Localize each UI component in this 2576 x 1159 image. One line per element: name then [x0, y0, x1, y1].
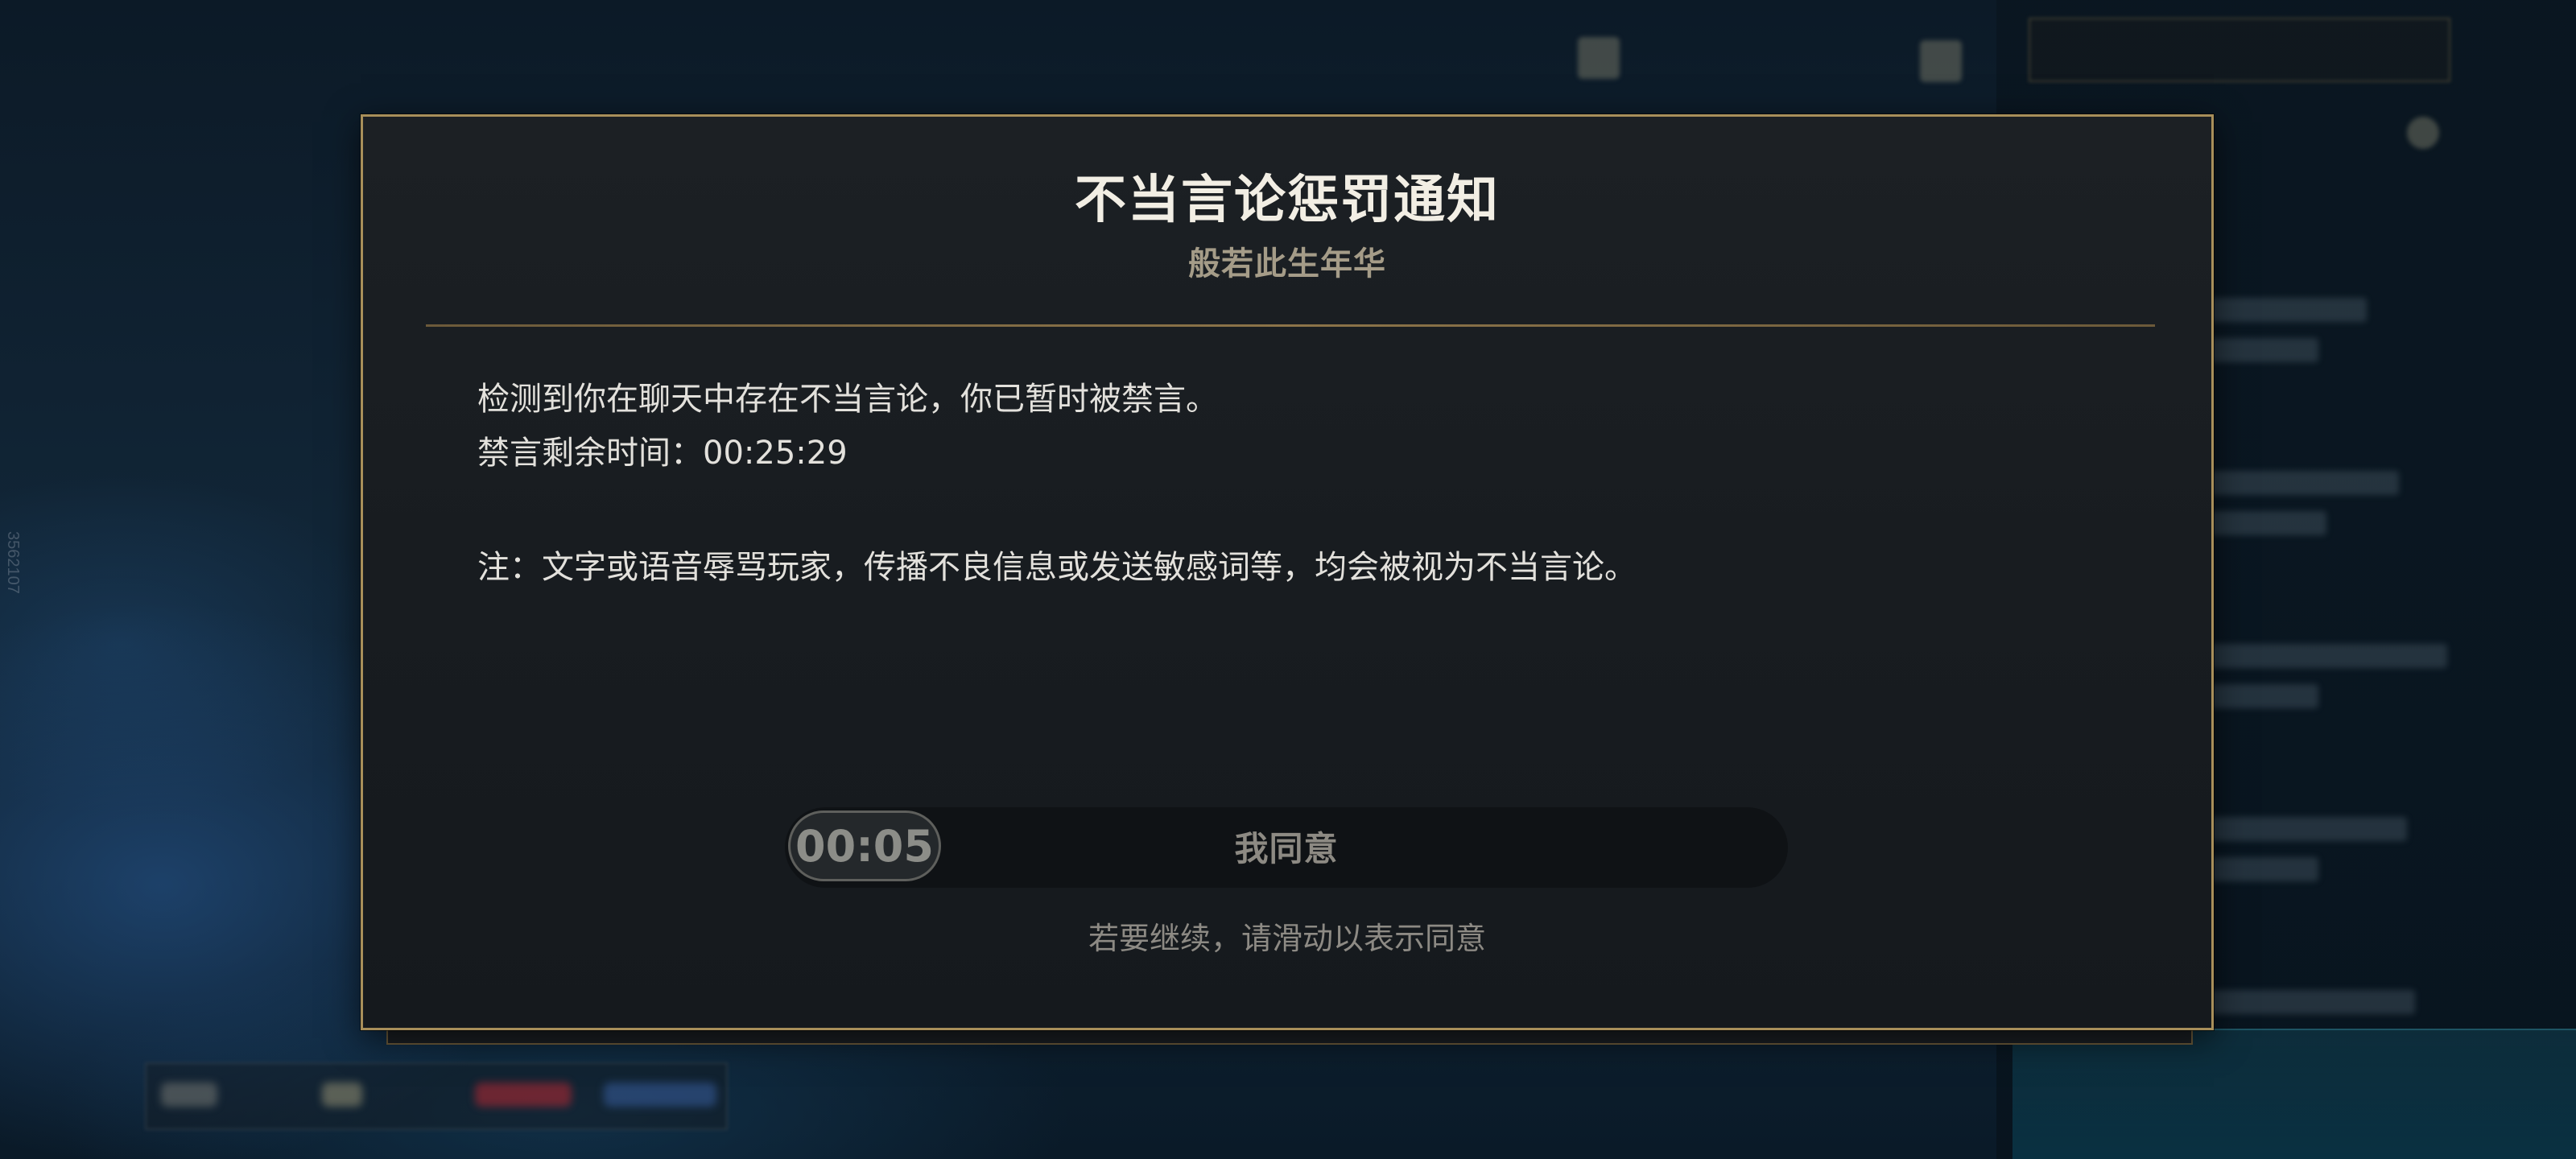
side-id-text: 3562107	[4, 531, 22, 594]
blurred-row	[2206, 471, 2399, 495]
top-right-selector	[2029, 18, 2450, 82]
red-badge	[475, 1083, 572, 1107]
title-divider	[426, 324, 2155, 327]
mute-remaining: 禁言剩余时间：00:25:29	[477, 427, 848, 473]
blue-badge	[604, 1083, 716, 1107]
chat-icon	[322, 1083, 362, 1107]
blurred-row	[2206, 644, 2447, 668]
note-text: 注：文字或语音辱骂玩家，传播不良信息或发送敏感词等，均会被视为不当言论。	[477, 549, 1637, 586]
blurred-row	[2206, 857, 2318, 881]
bottom-glow	[2013, 1029, 2576, 1159]
slider-handle-countdown[interactable]: 00:05	[788, 810, 941, 881]
top-icon	[1920, 40, 1962, 82]
top-icon	[1578, 37, 1620, 79]
blurred-row	[2206, 817, 2407, 841]
bottom-icon	[161, 1083, 217, 1107]
mute-remaining-label: 禁言剩余时间：	[477, 435, 703, 472]
dialog-title: 不当言论惩罚通知	[1075, 171, 1500, 230]
blurred-row	[2206, 684, 2318, 708]
mute-remaining-time: 00:25:29	[703, 435, 848, 472]
mute-message: 检测到你在聊天中存在不当言论，你已暂时被禁言。	[477, 381, 1218, 418]
blurred-row	[2206, 298, 2367, 322]
agree-slider[interactable]: 我同意 00:05	[785, 807, 1788, 888]
blurred-row	[2206, 511, 2326, 535]
blurred-row	[2206, 990, 2415, 1014]
slide-hint: 若要继续，请滑动以表示同意	[1088, 921, 1486, 956]
blurred-row	[2206, 338, 2318, 362]
player-name: 般若此生年华	[1188, 245, 1386, 283]
penalty-notice-dialog: 不当言论惩罚通知 般若此生年华 检测到你在聊天中存在不当言论，你已暂时被禁言。 …	[361, 114, 2214, 1030]
search-icon	[2407, 117, 2439, 149]
